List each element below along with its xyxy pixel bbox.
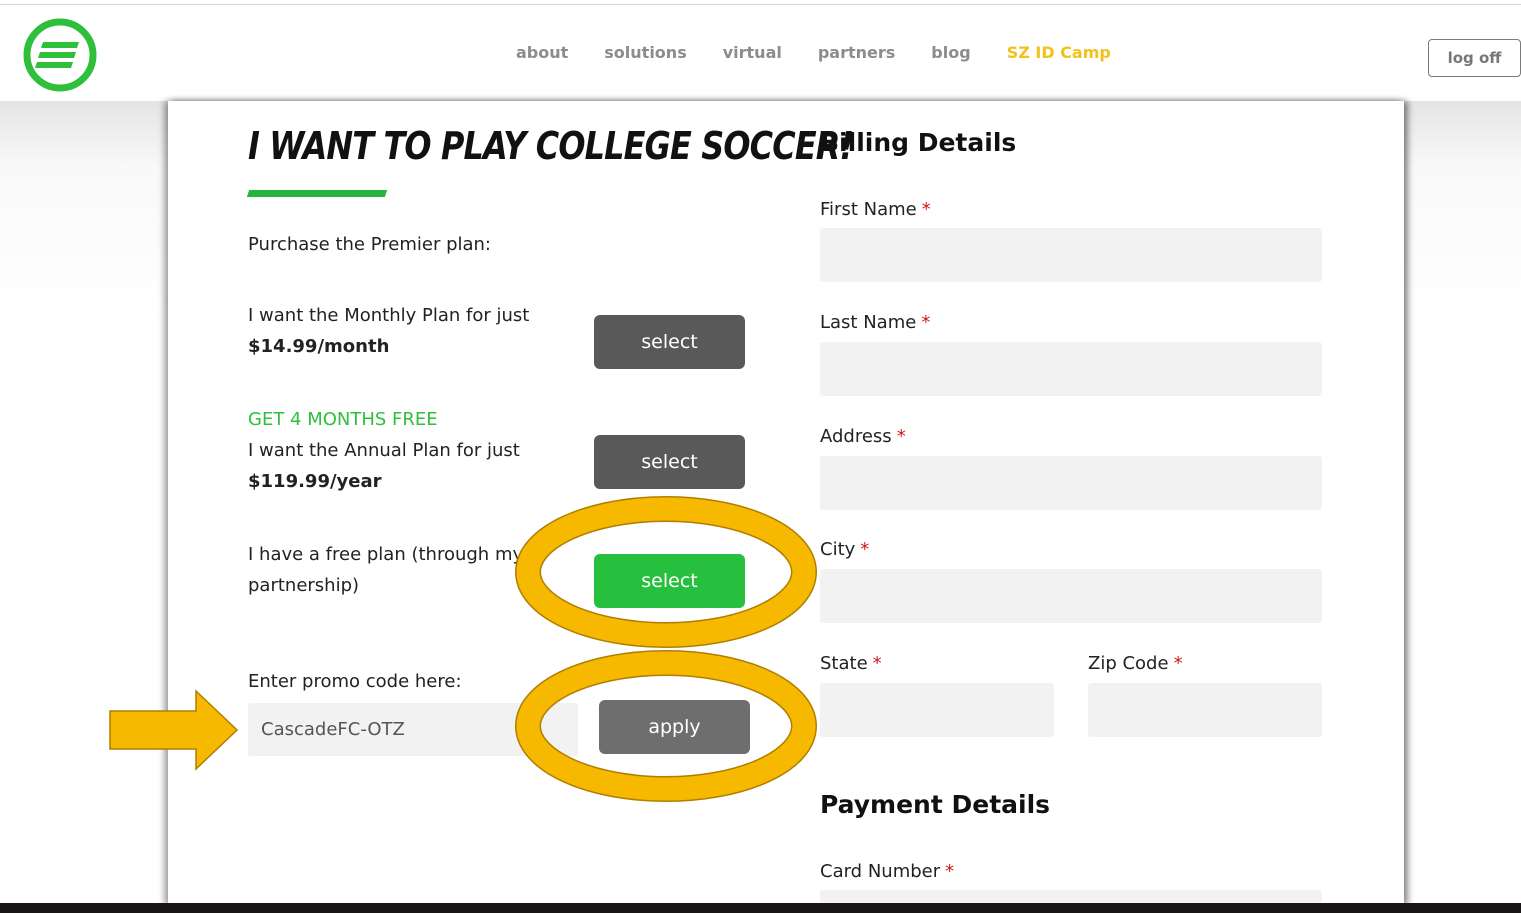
zip-code-label: Zip Code *	[1088, 653, 1183, 674]
annual-plan-text: I want the Annual Plan for just	[248, 440, 520, 461]
nav-about[interactable]: about	[516, 43, 568, 62]
nav-partners[interactable]: partners	[818, 43, 895, 62]
annual-promo-badge: GET 4 MONTHS FREE	[248, 409, 438, 430]
free-plan-text-line2: partnership)	[248, 575, 360, 596]
top-navbar: about solutions virtual partners blog SZ…	[0, 5, 1521, 101]
billing-details-title: Billing Details	[820, 128, 1017, 157]
main-nav: about solutions virtual partners blog SZ…	[498, 43, 1129, 62]
first-name-field[interactable]	[820, 228, 1322, 282]
address-field[interactable]	[820, 456, 1322, 510]
title-underline	[246, 190, 388, 197]
card-number-label: Card Number *	[820, 861, 955, 882]
address-label: Address *	[820, 426, 906, 447]
select-free-plan-button[interactable]: select	[594, 554, 745, 608]
select-annual-button[interactable]: select	[594, 435, 745, 489]
monthly-plan-price: $14.99/month	[248, 336, 390, 357]
apply-promo-button[interactable]: apply	[599, 700, 750, 754]
city-label: City *	[820, 539, 870, 560]
last-name-field[interactable]	[820, 342, 1322, 396]
page-title: I WANT TO PLAY COLLEGE SOCCER!	[248, 124, 854, 168]
nav-blog[interactable]: blog	[931, 43, 970, 62]
annual-plan-price: $119.99/year	[248, 471, 382, 492]
free-plan-text: I have a free plan (through my c	[248, 544, 539, 565]
payment-details-title: Payment Details	[820, 790, 1051, 819]
city-field[interactable]	[820, 569, 1322, 623]
state-field[interactable]	[820, 683, 1054, 737]
state-label: State *	[820, 653, 882, 674]
nav-virtual[interactable]: virtual	[723, 43, 782, 62]
nav-solutions[interactable]: solutions	[604, 43, 686, 62]
first-name-label: First Name *	[820, 199, 931, 220]
nav-sz-id-camp[interactable]: SZ ID Camp	[1007, 43, 1111, 62]
card-number-field[interactable]	[820, 890, 1322, 903]
log-off-button[interactable]: log off	[1428, 39, 1521, 77]
plan-intro: Purchase the Premier plan:	[248, 234, 491, 255]
zip-code-field[interactable]	[1088, 683, 1322, 737]
page-footer	[0, 903, 1521, 913]
brand-logo-icon[interactable]	[22, 17, 98, 93]
last-name-label: Last Name *	[820, 312, 931, 333]
select-monthly-button[interactable]: select	[594, 315, 745, 369]
monthly-plan-text: I want the Monthly Plan for just	[248, 305, 530, 326]
promo-code-label: Enter promo code here:	[248, 671, 462, 692]
promo-code-input[interactable]	[248, 703, 578, 756]
